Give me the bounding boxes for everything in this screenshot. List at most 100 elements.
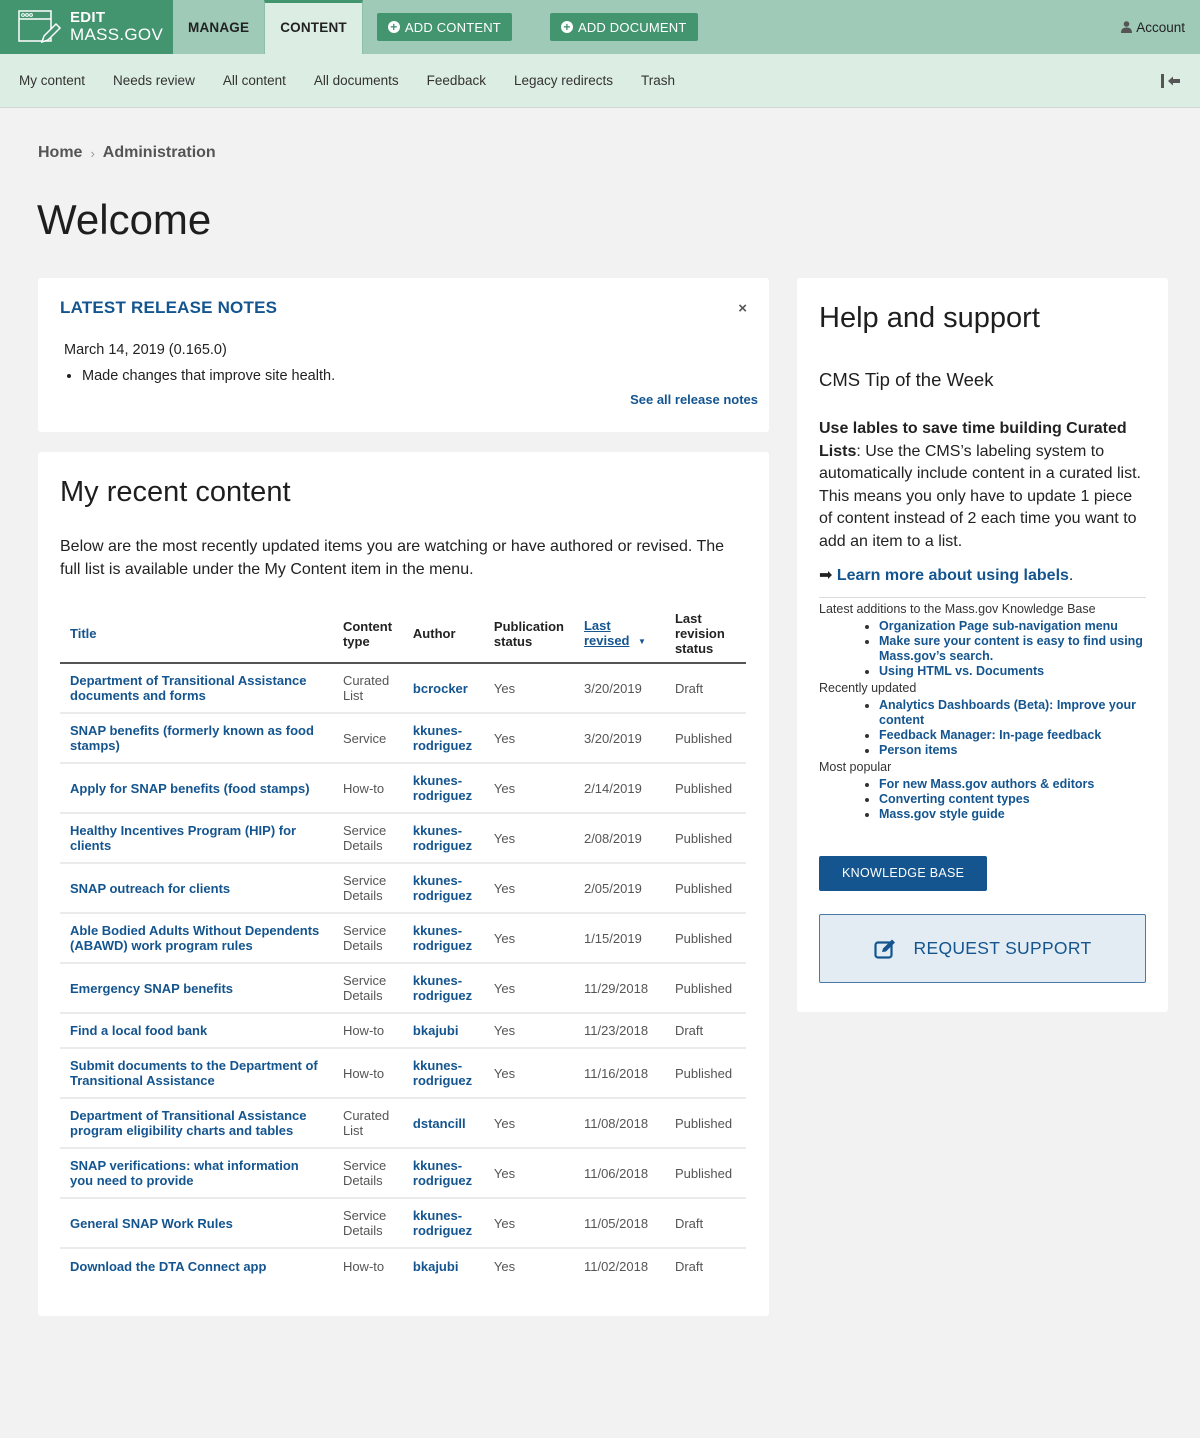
cell-author-link[interactable]: kkunes-rodriguez bbox=[402, 863, 484, 914]
subnav-my-content[interactable]: My content bbox=[19, 73, 85, 88]
cell-title-link[interactable]: Able Bodied Adults Without Dependents (A… bbox=[60, 913, 333, 964]
kb-link[interactable]: Make sure your content is easy to find u… bbox=[879, 634, 1143, 663]
kb-link[interactable]: Feedback Manager: In-page feedback bbox=[879, 728, 1101, 742]
cell-title-link[interactable]: SNAP benefits (formerly known as food st… bbox=[60, 713, 333, 764]
column-header-author: Author bbox=[402, 605, 484, 664]
kb-link[interactable]: Converting content types bbox=[879, 792, 1030, 806]
cell-author-link[interactable]: dstancill bbox=[402, 1098, 484, 1149]
learn-more: ➡ Learn more about using labels. bbox=[819, 565, 1146, 585]
cell-publication-status: Yes bbox=[483, 813, 574, 864]
cell-last-revised: 3/20/2019 bbox=[573, 713, 665, 764]
cell-revision-status: Published bbox=[664, 1048, 746, 1099]
cell-revision-status: Draft bbox=[664, 1013, 746, 1049]
release-date: March 14, 2019 (0.165.0) bbox=[64, 342, 227, 358]
subnav-all-documents[interactable]: All documents bbox=[314, 73, 399, 88]
cell-title-link[interactable]: Department of Transitional Assistance do… bbox=[60, 663, 333, 714]
cell-author-link[interactable]: kkunes-rodriguez bbox=[402, 913, 484, 964]
cell-content-type: Service bbox=[332, 713, 403, 764]
cell-title-link[interactable]: Apply for SNAP benefits (food stamps) bbox=[60, 763, 333, 814]
breadcrumb-administration[interactable]: Administration bbox=[103, 144, 216, 162]
cell-content-type: How-to bbox=[332, 1048, 403, 1099]
cell-title-link[interactable]: SNAP outreach for clients bbox=[60, 863, 333, 914]
cell-title-link[interactable]: Submit documents to the Department of Tr… bbox=[60, 1048, 333, 1099]
cell-last-revised: 2/05/2019 bbox=[573, 863, 665, 914]
release-notes-card: LATEST RELEASE NOTES × March 14, 2019 (0… bbox=[38, 278, 769, 432]
kb-section-label: Recently updated bbox=[819, 681, 917, 695]
cell-content-type: Service Details bbox=[332, 913, 403, 964]
column-header-title[interactable]: Title bbox=[60, 605, 333, 664]
cell-last-revised: 2/08/2019 bbox=[573, 813, 665, 864]
column-header-last-revised[interactable]: Last revised ▼ bbox=[573, 605, 665, 664]
tip-body: : Use the CMS’s labeling system to autom… bbox=[819, 442, 1141, 550]
tip-text: Use lables to save time building Curated… bbox=[819, 418, 1146, 553]
kb-link[interactable]: Mass.gov style guide bbox=[879, 807, 1005, 821]
subnav-feedback[interactable]: Feedback bbox=[427, 73, 486, 88]
cell-publication-status: Yes bbox=[483, 913, 574, 964]
edit-square-icon bbox=[873, 939, 895, 959]
add-document-button[interactable]: + ADD DOCUMENT bbox=[549, 13, 698, 41]
user-icon bbox=[1121, 21, 1133, 33]
subnav-trash[interactable]: Trash bbox=[641, 73, 675, 88]
cell-author-link[interactable]: kkunes-rodriguez bbox=[402, 963, 484, 1014]
cell-revision-status: Published bbox=[664, 913, 746, 964]
cell-author-link[interactable]: kkunes-rodriguez bbox=[402, 713, 484, 764]
kb-link[interactable]: Analytics Dashboards (Beta): Improve you… bbox=[879, 698, 1136, 727]
column-header-revision-status: Last revision status bbox=[664, 605, 746, 664]
see-all-release-notes-link[interactable]: See all release notes bbox=[630, 392, 758, 407]
kb-link[interactable]: Person items bbox=[879, 743, 958, 757]
table-row: Download the DTA Connect app How-to bkajub… bbox=[60, 1248, 746, 1283]
cell-title-link[interactable]: General SNAP Work Rules bbox=[60, 1198, 333, 1249]
cell-author-link[interactable]: kkunes-rodriguez bbox=[402, 813, 484, 864]
tab-content[interactable]: CONTENT bbox=[264, 0, 363, 54]
brand-logo[interactable]: EDIT MASS.GOV bbox=[0, 0, 173, 54]
table-row: Submit documents to the Department of Tr… bbox=[60, 1048, 746, 1099]
knowledge-base-list: Latest additions to the Mass.gov Knowled… bbox=[819, 597, 1146, 822]
account-menu[interactable]: Account bbox=[1121, 0, 1200, 54]
cell-publication-status: Yes bbox=[493, 1258, 516, 1274]
cell-author-link[interactable]: bcrocker bbox=[402, 663, 484, 714]
cell-title-link[interactable]: Healthy Incentives Program (HIP) for cli… bbox=[60, 813, 333, 864]
tab-manage[interactable]: MANAGE bbox=[173, 0, 264, 54]
brand-edit-label: EDIT bbox=[70, 9, 106, 27]
cell-title-link[interactable]: SNAP verifications: what information you… bbox=[60, 1148, 333, 1199]
cell-publication-status: Yes bbox=[483, 713, 574, 764]
kb-link[interactable]: Organization Page sub-navigation menu bbox=[879, 619, 1118, 633]
add-content-button[interactable]: + ADD CONTENT bbox=[376, 13, 512, 41]
cell-title-link[interactable]: Find a local food bank bbox=[60, 1013, 333, 1049]
sort-last-revised-link[interactable]: Last revised bbox=[584, 618, 632, 648]
cell-title-link[interactable]: Department of Transitional Assistance pr… bbox=[60, 1098, 333, 1149]
cell-author-link[interactable]: kkunes-rodriguez bbox=[402, 763, 484, 814]
cell-author-link[interactable]: bkajubi bbox=[402, 1013, 484, 1049]
cell-last-revised: 2/14/2019 bbox=[573, 763, 665, 814]
cell-author-link[interactable]: bkajubi bbox=[403, 1248, 484, 1283]
cell-content-type: Service Details bbox=[332, 1148, 403, 1199]
subnav-all-content[interactable]: All content bbox=[223, 73, 286, 88]
learn-more-labels-link[interactable]: Learn more about using labels bbox=[837, 567, 1069, 584]
cell-revision-status: Published bbox=[664, 763, 746, 814]
collapse-toolbar-button[interactable] bbox=[1160, 73, 1182, 89]
cell-title-link[interactable]: Download the DTA Connect app bbox=[60, 1248, 333, 1283]
cell-title-link[interactable]: Emergency SNAP benefits bbox=[60, 963, 333, 1014]
table-header-row: Title Content type Author Publication st… bbox=[60, 605, 746, 664]
kb-link[interactable]: Using HTML vs. Documents bbox=[879, 664, 1044, 678]
cell-author-link[interactable]: kkunes-rodriguez bbox=[402, 1048, 484, 1099]
cell-author-link[interactable]: kkunes-rodriguez bbox=[402, 1198, 484, 1249]
subnav-needs-review[interactable]: Needs review bbox=[113, 73, 195, 88]
table-row: SNAP verifications: what information you… bbox=[60, 1148, 746, 1199]
request-support-button[interactable]: REQUEST SUPPORT bbox=[819, 914, 1146, 983]
cell-last-revised: 11/16/2018 bbox=[573, 1048, 665, 1099]
release-note-item: Made changes that improve site health. bbox=[82, 368, 747, 384]
collapse-arrow-icon bbox=[1161, 73, 1180, 88]
breadcrumb-home[interactable]: Home bbox=[38, 144, 82, 162]
close-icon[interactable]: × bbox=[738, 300, 747, 317]
cell-publication-status: Yes bbox=[483, 863, 574, 914]
table-row: SNAP benefits (formerly known as food st… bbox=[60, 713, 746, 764]
cell-publication-status: Yes bbox=[483, 1148, 574, 1199]
plus-circle-icon: + bbox=[560, 21, 573, 33]
subnav-legacy-redirects[interactable]: Legacy redirects bbox=[514, 73, 613, 88]
knowledge-base-button[interactable]: KNOWLEDGE BASE bbox=[819, 856, 988, 891]
table-row: Find a local food bank How-to bkajubi Yes 11… bbox=[60, 1013, 746, 1049]
kb-link[interactable]: For new Mass.gov authors & editors bbox=[879, 777, 1094, 791]
release-notes-heading: LATEST RELEASE NOTES bbox=[60, 298, 278, 317]
cell-author-link[interactable]: kkunes-rodriguez bbox=[402, 1148, 484, 1199]
